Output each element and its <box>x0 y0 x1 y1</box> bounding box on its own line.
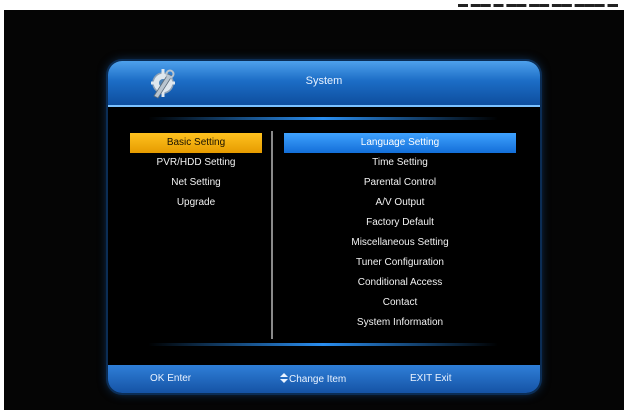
window-title: System <box>305 75 343 87</box>
category-menu: Basic Setting PVR/HDD Setting Net Settin… <box>130 133 262 213</box>
bottom-glow-line <box>148 343 498 346</box>
submenu-item-time-setting[interactable]: Time Setting <box>284 153 516 173</box>
window-header: System <box>108 61 540 107</box>
submenu-item-tuner-configuration[interactable]: Tuner Configuration <box>284 253 516 273</box>
menu-item-net-setting[interactable]: Net Setting <box>130 173 262 193</box>
up-down-arrow-icon <box>280 373 288 383</box>
settings-body: Basic Setting PVR/HDD Setting Net Settin… <box>108 107 540 365</box>
menu-divider <box>271 131 273 339</box>
submenu-item-av-output[interactable]: A/V Output <box>284 193 516 213</box>
menu-item-pvr-hdd-setting[interactable]: PVR/HDD Setting <box>130 153 262 173</box>
submenu: Language Setting Time Setting Parental C… <box>284 133 516 333</box>
ok-enter-hint: OK Enter <box>150 373 192 384</box>
tv-screen: System Basic Setting PVR/HDD Setting Net… <box>4 10 624 410</box>
submenu-item-system-information[interactable]: System Information <box>284 313 516 333</box>
menu-item-basic-setting[interactable]: Basic Setting <box>130 133 262 153</box>
submenu-item-factory-default[interactable]: Factory Default <box>284 213 516 233</box>
change-item-hint: Change Item <box>280 373 346 385</box>
key-hint-bar: OK Enter Change Item EXIT Exit <box>108 365 540 393</box>
change-item-label: Change Item <box>289 374 347 385</box>
exit-hint: EXIT Exit <box>410 373 452 384</box>
top-glow-line <box>148 117 498 120</box>
system-window: System Basic Setting PVR/HDD Setting Net… <box>108 61 540 393</box>
submenu-item-conditional-access[interactable]: Conditional Access <box>284 273 516 293</box>
menu-item-upgrade[interactable]: Upgrade <box>130 193 262 213</box>
submenu-item-language-setting[interactable]: Language Setting <box>284 133 516 153</box>
submenu-item-parental-control[interactable]: Parental Control <box>284 173 516 193</box>
submenu-item-miscellaneous-setting[interactable]: Miscellaneous Setting <box>284 233 516 253</box>
submenu-item-contact[interactable]: Contact <box>284 293 516 313</box>
